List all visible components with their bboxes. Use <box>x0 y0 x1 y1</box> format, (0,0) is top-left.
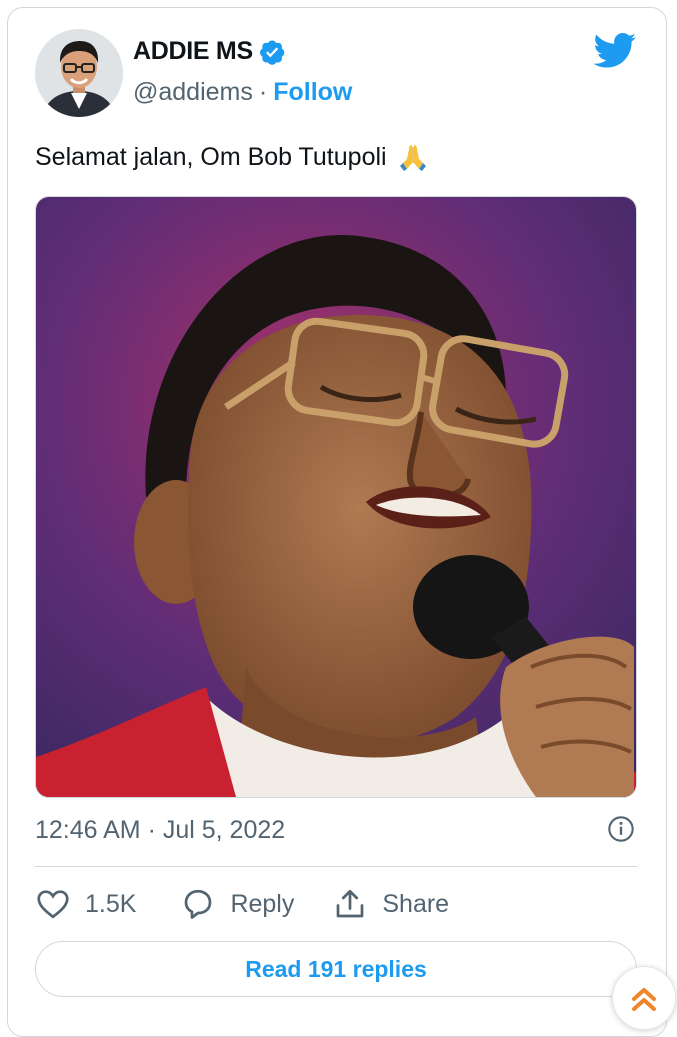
like-count: 1.5K <box>85 889 137 918</box>
follow-button[interactable]: Follow <box>273 78 352 107</box>
speech-bubble-icon <box>185 889 212 919</box>
handle-row: @addiems · Follow <box>133 78 352 107</box>
display-name[interactable]: ADDIE MS <box>133 37 253 66</box>
tweet-timestamp[interactable]: 12:46 AM · Jul 5, 2022 <box>35 816 285 845</box>
avatar[interactable] <box>35 29 123 117</box>
info-icon[interactable] <box>607 815 635 843</box>
share-upload-icon <box>337 889 364 918</box>
reply-label: Reply <box>230 889 295 918</box>
tweet-actions: 1.5K Reply Share <box>35 884 449 924</box>
avatar-image <box>35 29 123 117</box>
tweet-text: Selamat jalan, Om Bob Tutupoli <box>35 142 387 171</box>
tweet-text-row: Selamat jalan, Om Bob Tutupoli <box>35 141 429 173</box>
verified-badge-icon <box>259 39 285 65</box>
folded-hands-emoji <box>399 145 426 171</box>
chevron-double-up-icon <box>632 988 656 1011</box>
divider <box>35 866 637 867</box>
like-button[interactable]: 1.5K <box>35 886 136 922</box>
author-name-row[interactable]: ADDIE MS <box>133 37 286 66</box>
read-replies-button[interactable]: Read 191 replies <box>35 941 637 997</box>
twitter-bird-icon[interactable] <box>593 33 637 69</box>
singer-photo-image <box>36 197 636 797</box>
share-label: Share <box>382 889 450 918</box>
share-button[interactable]: Share <box>332 886 449 922</box>
tweet-meta-row: 12:46 AM · Jul 5, 2022 <box>35 813 637 847</box>
heart-icon <box>37 890 69 919</box>
author-handle[interactable]: @addiems <box>133 78 253 107</box>
read-replies-label: Read 191 replies <box>245 955 427 982</box>
handle-separator: · <box>258 78 268 106</box>
reply-button[interactable]: Reply <box>180 886 294 922</box>
tweet-photo[interactable] <box>35 196 637 798</box>
scroll-to-top-button[interactable] <box>612 966 676 1030</box>
